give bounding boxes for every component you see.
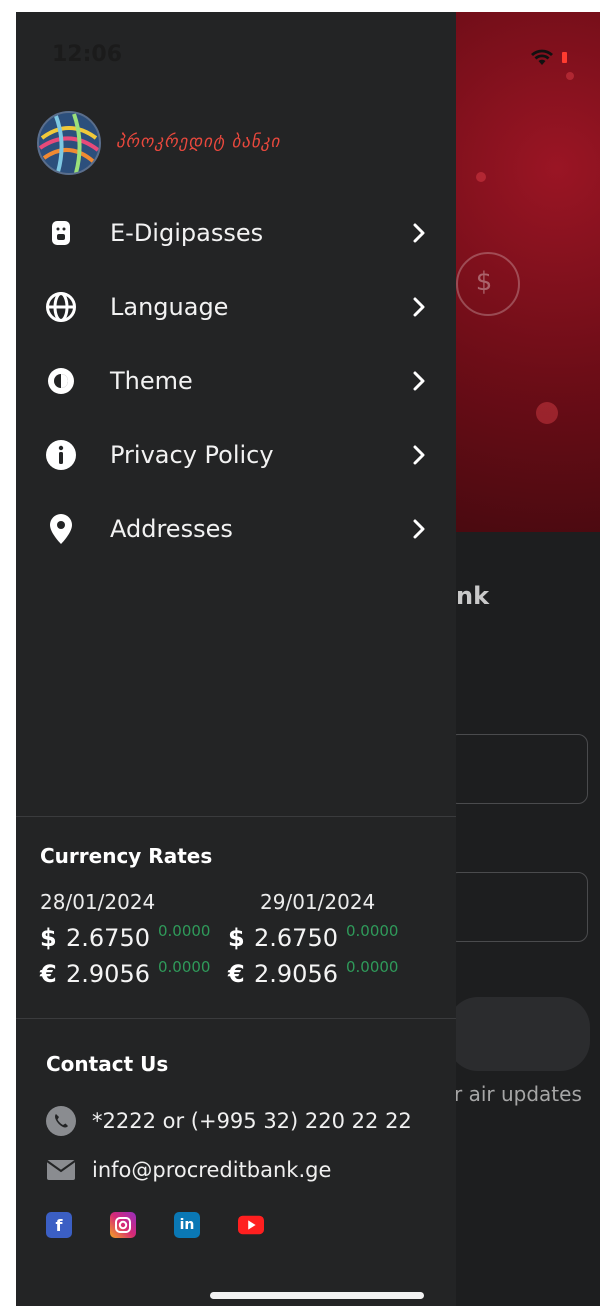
rate-column: 28/01/2024 $ 2.6750 0.0000 € 2.9056 0.00…	[40, 890, 240, 990]
rate-change: 0.0000	[157, 958, 211, 976]
rate-row-eur: € 2.9056 0.0000	[228, 958, 428, 990]
status-time: 12:06	[52, 42, 123, 67]
phone-number: *2222 or (+995 32) 220 22 22	[92, 1109, 412, 1133]
divider	[16, 1018, 456, 1019]
rate-change: 0.0000	[157, 922, 211, 940]
digipass-token-icon	[44, 216, 78, 250]
globe-icon	[44, 290, 78, 324]
menu-item-language[interactable]: Language	[16, 270, 456, 344]
rate-row-eur: € 2.9056 0.0000	[40, 958, 240, 990]
euro-icon: €	[228, 960, 245, 988]
chevron-right-icon	[413, 297, 425, 317]
menu-item-label: Language	[110, 293, 229, 321]
rate-date: 28/01/2024	[40, 890, 156, 914]
currency-rates-section: Currency Rates 28/01/2024 $ 2.6750 0.000…	[40, 844, 440, 988]
email-address: info@procreditbank.ge	[92, 1158, 332, 1182]
navigation-drawer: 12:06 პროკრედიტ ბანკი E-Digipasses Langu…	[16, 12, 456, 1306]
status-icons	[530, 48, 590, 68]
hero-decoration	[476, 172, 486, 182]
background-input-field	[448, 734, 588, 804]
rate-date: 29/01/2024	[260, 890, 376, 914]
info-icon	[44, 438, 78, 472]
menu-item-label: Addresses	[110, 515, 233, 543]
theme-contrast-icon	[44, 364, 78, 398]
linkedin-icon[interactable]: in	[174, 1212, 200, 1238]
mail-icon	[46, 1160, 76, 1180]
contact-email[interactable]: info@procreditbank.ge	[46, 1158, 331, 1182]
menu-item-privacy-policy[interactable]: Privacy Policy	[16, 418, 456, 492]
rate-column: 29/01/2024 $ 2.6750 0.0000 € 2.9056 0.00…	[228, 890, 428, 990]
facebook-icon[interactable]: f	[46, 1212, 72, 1238]
rate-value: 2.9056	[66, 960, 150, 988]
battery-low-icon	[562, 52, 567, 63]
menu-item-addresses[interactable]: Addresses	[16, 492, 456, 566]
phone-screen: $ nk r air updates 12:06 პროკრედიტ ბანკი	[16, 12, 600, 1306]
menu-item-label: Theme	[110, 367, 193, 395]
phone-icon	[46, 1106, 76, 1136]
contact-section: Contact Us *2222 or (+995 32) 220 22 22 …	[46, 1052, 446, 1238]
contact-phone[interactable]: *2222 or (+995 32) 220 22 22	[46, 1106, 412, 1136]
rate-value: 2.6750	[66, 924, 150, 952]
dollar-icon: $	[228, 924, 245, 952]
dollar-icon: $	[40, 924, 57, 952]
menu-item-e-digipasses[interactable]: E-Digipasses	[16, 196, 456, 270]
euro-icon: €	[40, 960, 57, 988]
background-button	[448, 997, 590, 1071]
currency-rates-title: Currency Rates	[40, 844, 213, 868]
instagram-icon[interactable]	[110, 1212, 136, 1238]
chevron-right-icon	[413, 371, 425, 391]
bank-logo-icon	[37, 111, 101, 175]
wifi-icon	[531, 49, 553, 65]
divider	[16, 816, 456, 817]
rate-row-usd: $ 2.6750 0.0000	[40, 922, 240, 954]
background-updates-text: r air updates	[454, 1082, 582, 1106]
menu-item-label: Privacy Policy	[110, 441, 274, 469]
menu-item-theme[interactable]: Theme	[16, 344, 456, 418]
bank-logo-text: პროკრედიტ ბანკი	[116, 132, 281, 152]
location-pin-icon	[44, 512, 78, 546]
drawer-menu: E-Digipasses Language Theme Privacy Poli…	[16, 196, 456, 566]
hero-decoration	[566, 72, 574, 80]
hero-decoration	[536, 402, 558, 424]
chevron-right-icon	[413, 519, 425, 539]
rate-row-usd: $ 2.6750 0.0000	[228, 922, 428, 954]
rate-change: 0.0000	[345, 958, 399, 976]
youtube-icon[interactable]	[238, 1212, 264, 1238]
menu-item-label: E-Digipasses	[110, 219, 264, 247]
background-input-field	[448, 872, 588, 942]
chevron-right-icon	[413, 445, 425, 465]
chevron-right-icon	[413, 223, 425, 243]
rate-change: 0.0000	[345, 922, 399, 940]
rate-value: 2.6750	[254, 924, 338, 952]
money-bag-icon: $	[475, 267, 493, 297]
contact-title: Contact Us	[46, 1052, 169, 1076]
background-title-fragment: nk	[456, 582, 490, 610]
rate-value: 2.9056	[254, 960, 338, 988]
home-indicator[interactable]	[210, 1292, 424, 1299]
